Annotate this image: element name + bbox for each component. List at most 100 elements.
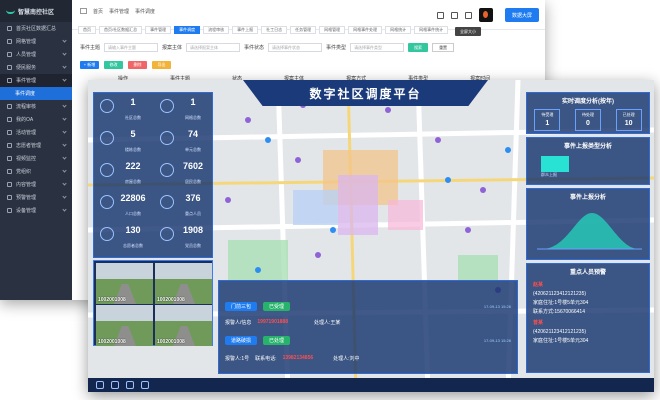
flag-icon bbox=[7, 169, 12, 174]
delete-button[interactable]: 删除 bbox=[128, 61, 147, 69]
bigscreen-button[interactable]: 数据大屏 bbox=[505, 8, 539, 22]
event-time: 17-09-13 15:26 bbox=[483, 337, 511, 343]
search-icon[interactable] bbox=[437, 11, 444, 19]
type-select[interactable]: 请选择事件类型 bbox=[350, 43, 405, 52]
reporter-select[interactable]: 请选择报案主体 bbox=[186, 43, 241, 52]
chevron-down-icon bbox=[62, 103, 67, 108]
stat-value: 376 bbox=[185, 193, 201, 203]
stat-value: 7602 bbox=[182, 161, 204, 171]
sidebar-item-workflow[interactable]: 流程审核 bbox=[0, 100, 72, 113]
camera-feed[interactable]: 1002001008 bbox=[96, 305, 153, 346]
tab[interactable]: 任务管理 bbox=[290, 26, 317, 34]
breadcrumb-item[interactable]: 事件管理 bbox=[109, 8, 129, 15]
tab[interactable]: 流程审核 bbox=[203, 26, 230, 34]
stat-cell: 22806 人口总数 bbox=[97, 192, 153, 222]
stat-value: 74 bbox=[187, 129, 198, 139]
tab[interactable]: 事件管理 bbox=[145, 26, 172, 34]
tab[interactable]: 事件调度 bbox=[174, 26, 201, 34]
sidebar-item-content[interactable]: 内容管理 bbox=[0, 178, 72, 191]
event-icon bbox=[7, 78, 12, 83]
avatar[interactable] bbox=[479, 8, 493, 22]
camera-caption: 1002001008 bbox=[98, 297, 126, 303]
list-icon[interactable] bbox=[141, 381, 149, 389]
camera-feed[interactable]: 1002001008 bbox=[155, 305, 212, 346]
reporter-phone: 13982134856 bbox=[282, 355, 314, 361]
sidebar-item-volunteer[interactable]: 志愿者管理 bbox=[0, 139, 72, 152]
stat-value: 1908 bbox=[182, 225, 204, 235]
service-icon bbox=[7, 65, 12, 70]
sidebar-item-label: 设备管理 bbox=[16, 208, 37, 214]
tile-value: 1 bbox=[545, 120, 550, 127]
tab[interactable]: 网格统计 bbox=[385, 26, 412, 34]
layer-icon[interactable] bbox=[96, 381, 104, 389]
search-button[interactable]: 搜索 bbox=[408, 43, 429, 52]
sidebar-item-oa[interactable]: 我的OA bbox=[0, 113, 72, 126]
event-status-badge: 已处理 bbox=[263, 335, 291, 345]
export-button[interactable]: 导出 bbox=[152, 61, 171, 69]
stat-value: 22806 bbox=[120, 193, 146, 203]
sidebar-item-party[interactable]: 党组织 bbox=[0, 165, 72, 178]
reset-button[interactable]: 重置 bbox=[432, 43, 455, 52]
sidebar-item-people[interactable]: 人员管理 bbox=[0, 48, 72, 61]
report-type-bar bbox=[541, 156, 569, 172]
report-trend-chart bbox=[537, 213, 642, 250]
globe-icon[interactable] bbox=[111, 381, 119, 389]
fullscreen-icon[interactable] bbox=[451, 11, 458, 19]
tab[interactable]: 网格事件统计 bbox=[414, 26, 449, 34]
stat-label: 志愿者总数 bbox=[123, 243, 143, 248]
chevron-down-icon bbox=[62, 181, 67, 186]
tab[interactable]: 首页/社区数据汇总 bbox=[99, 26, 143, 34]
camera-feed[interactable]: 1002001008 bbox=[155, 263, 212, 304]
font-size-icon[interactable] bbox=[465, 11, 472, 19]
add-button[interactable]: + 新增 bbox=[80, 61, 99, 69]
stat-cell: 376 重点人员 bbox=[157, 192, 213, 222]
person-id: (420621123412121235) bbox=[533, 291, 587, 297]
dashboard-footer bbox=[88, 378, 654, 392]
chevron-down-icon bbox=[62, 194, 67, 199]
breadcrumb-item[interactable]: 首页 bbox=[93, 8, 103, 15]
panel-title: 事件上报分析 bbox=[569, 195, 606, 201]
people-icon bbox=[7, 52, 12, 57]
stat-icon bbox=[100, 227, 114, 241]
person-name[interactable]: 赵某 bbox=[533, 282, 649, 289]
sidebar-item-label: 志愿者管理 bbox=[16, 143, 42, 149]
sidebar-item-grid[interactable]: 网格管理 bbox=[0, 35, 72, 48]
subject-input[interactable]: 请输入事件主题 bbox=[104, 43, 159, 52]
sidebar-item-alert[interactable]: 预警管理 bbox=[0, 191, 72, 204]
sidebar-item-activity[interactable]: 活动管理 bbox=[0, 126, 72, 139]
stat-value: 222 bbox=[125, 161, 141, 171]
sidebar-item-events[interactable]: 事件管理 bbox=[0, 74, 72, 87]
tab[interactable]: 社工日志 bbox=[261, 26, 288, 34]
sidebar-item-service[interactable]: 便民服务 bbox=[0, 61, 72, 74]
camera-caption: 1002001008 bbox=[157, 339, 185, 345]
event-row[interactable]: 门前三包 已受理 17-09-13 15:26 bbox=[225, 301, 511, 311]
tab-bar: 首页 首页/社区数据汇总 事件管理 事件调度 流程审核 事件上报 社工日志 任务管理 网格管理网… bbox=[78, 26, 449, 34]
camera-icon bbox=[7, 156, 12, 161]
sidebar-item-video[interactable]: 视频监控 bbox=[0, 152, 72, 165]
event-row[interactable]: 道路破损 已处理 17-09-13 15:26 bbox=[225, 335, 511, 345]
tab[interactable]: 网格事件处理 bbox=[348, 26, 383, 34]
camera-feed[interactable]: 1002001008 bbox=[96, 263, 153, 304]
feed-sky bbox=[96, 305, 153, 321]
tab[interactable]: 网格管理 bbox=[319, 26, 346, 34]
sidebar-item-dispatch[interactable]: 事件调度 bbox=[0, 87, 72, 100]
tab[interactable]: 事件上报 bbox=[232, 26, 259, 34]
tab[interactable]: 首页 bbox=[78, 26, 96, 34]
status-select[interactable]: 请选择事件状态 bbox=[268, 43, 323, 52]
status-label: 事件状态 bbox=[244, 45, 265, 51]
chevron-down-icon bbox=[62, 38, 67, 43]
sidebar-item-device[interactable]: 设备管理 bbox=[0, 204, 72, 217]
app-logo: 智慧南控社区 bbox=[0, 0, 72, 22]
stat-tile: 已处理 10 bbox=[615, 109, 642, 131]
edit-button[interactable]: 修改 bbox=[104, 61, 123, 69]
stat-value: 5 bbox=[130, 129, 136, 139]
camera-icon[interactable] bbox=[126, 381, 134, 389]
sidebar-item-label: 便民服务 bbox=[16, 65, 37, 71]
person-name[interactable]: 曾某 bbox=[533, 320, 649, 327]
reporter-label: 报警人:1号 bbox=[225, 355, 250, 362]
menu-toggle-icon[interactable] bbox=[80, 8, 87, 14]
sidebar-item-label: 活动管理 bbox=[16, 130, 37, 136]
report-type-panel: 事件上报类型分析 群众上报 bbox=[526, 137, 650, 185]
sidebar-item-home[interactable]: 首页社区数据汇总 bbox=[0, 22, 72, 35]
subject-label: 事件主题 bbox=[80, 45, 101, 51]
